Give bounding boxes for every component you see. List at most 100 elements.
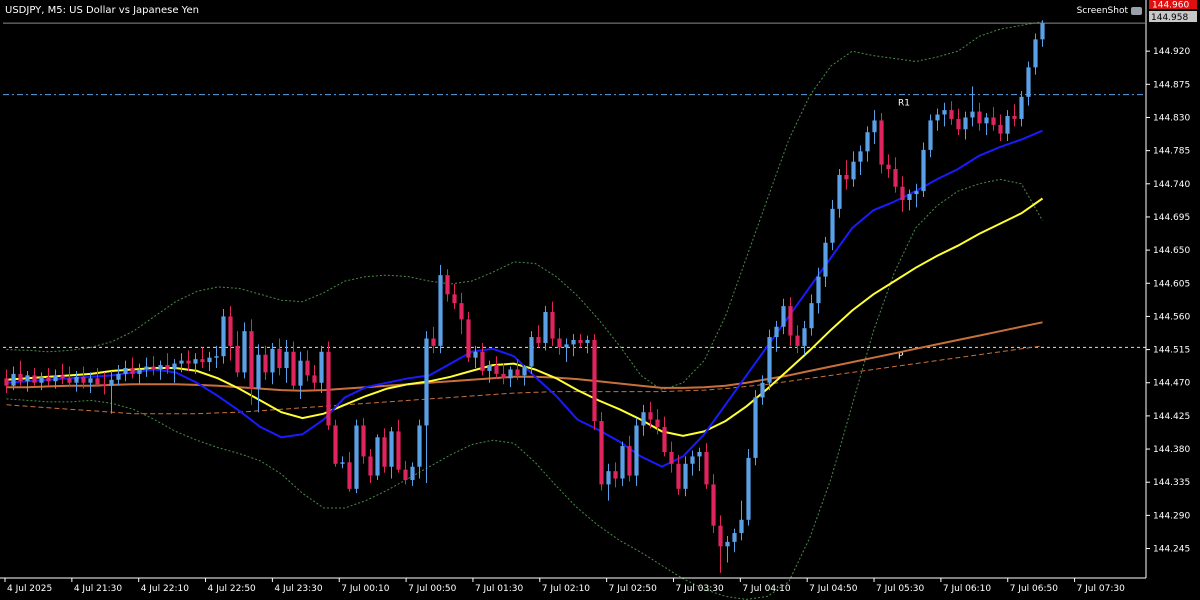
candle[interactable] — [326, 341, 331, 430]
candle-body — [508, 369, 513, 379]
candle-body — [375, 437, 380, 476]
candle-body — [368, 456, 373, 476]
candle-body — [592, 340, 597, 422]
candle-body — [613, 471, 618, 479]
candle-body — [410, 466, 415, 480]
candle-body — [683, 463, 688, 489]
chart-background — [0, 0, 1200, 600]
candle-body — [802, 328, 807, 346]
candle[interactable] — [592, 334, 597, 430]
candle-body — [564, 344, 569, 348]
candle-body — [347, 462, 352, 489]
candle-body — [921, 149, 926, 192]
ask-price-label: 144.960 — [1152, 1, 1189, 11]
candle-body — [550, 312, 555, 339]
candle-body — [739, 519, 744, 534]
candle-body — [858, 151, 863, 162]
candle-body — [242, 331, 247, 373]
candle-body — [158, 365, 163, 370]
candle-body — [935, 114, 940, 121]
candle-body — [186, 360, 191, 364]
bid-price-label: 144.958 — [1151, 13, 1188, 23]
candle-body — [179, 360, 184, 364]
candle-body — [67, 378, 72, 383]
candle[interactable] — [466, 312, 471, 363]
candle-body — [830, 208, 835, 243]
candle-body — [991, 117, 996, 125]
candle-body — [837, 174, 842, 209]
candle-body — [214, 356, 219, 358]
candle-body — [207, 357, 212, 363]
candle-body — [942, 110, 947, 115]
candle[interactable] — [354, 419, 359, 494]
candle-body — [662, 426, 667, 452]
candle-body — [851, 161, 856, 180]
x-tick-label: 7 Jul 05:30 — [876, 584, 925, 594]
y-tick-label: 144.875 — [1153, 80, 1190, 90]
y-tick-label: 144.785 — [1153, 147, 1190, 157]
candle-body — [816, 276, 821, 304]
candle-body — [893, 169, 898, 187]
candle-body — [424, 338, 429, 426]
screenshot-button[interactable]: ScreenShot — [1077, 6, 1142, 16]
candle-body — [123, 368, 128, 374]
candle-body — [697, 452, 702, 457]
candle-body — [984, 117, 989, 124]
candle-body — [872, 120, 877, 133]
candle-body — [319, 351, 324, 383]
candle-body — [396, 431, 401, 470]
candle-body — [627, 446, 632, 476]
candle-body — [599, 421, 604, 485]
candle-body — [809, 303, 814, 329]
x-tick-label: 4 Jul 21:30 — [74, 584, 123, 594]
candle[interactable] — [375, 434, 380, 480]
candle-body — [795, 335, 800, 346]
candle-body — [25, 375, 30, 382]
candle-body — [718, 525, 723, 547]
candle[interactable] — [921, 142, 926, 198]
candle-body — [326, 351, 331, 426]
candle-body — [725, 541, 730, 547]
candle-body — [88, 378, 93, 383]
x-tick-label: 7 Jul 00:10 — [341, 584, 390, 594]
candle-body — [221, 316, 226, 357]
candle-body — [774, 326, 779, 338]
candle-body — [543, 312, 548, 343]
candle-body — [74, 376, 79, 383]
candle-body — [389, 431, 394, 467]
candle[interactable] — [599, 412, 604, 491]
candle[interactable] — [767, 329, 772, 391]
candle-body — [767, 337, 772, 383]
candle[interactable] — [438, 264, 443, 354]
y-tick-label: 144.830 — [1153, 113, 1190, 123]
candle-body — [704, 452, 709, 485]
candle-body — [249, 331, 254, 389]
candle-body — [1033, 39, 1038, 68]
candle-body — [823, 242, 828, 277]
x-tick-label: 7 Jul 02:50 — [609, 584, 658, 594]
candle-body — [480, 351, 485, 371]
candle[interactable] — [221, 309, 226, 364]
candle-body — [606, 471, 611, 485]
candle-body — [228, 316, 233, 346]
candle-body — [417, 425, 422, 467]
y-tick-label: 144.650 — [1153, 246, 1190, 256]
candle-body — [263, 354, 268, 373]
candle-body — [1012, 116, 1017, 119]
candle-body — [11, 373, 16, 386]
y-tick-label: 144.425 — [1153, 412, 1190, 422]
candle[interactable] — [753, 390, 758, 466]
y-tick-label: 144.695 — [1153, 213, 1190, 223]
y-tick-label: 144.290 — [1153, 511, 1190, 521]
candle[interactable] — [879, 113, 884, 174]
x-tick-label: 7 Jul 00:50 — [408, 584, 457, 594]
candle-body — [235, 345, 240, 373]
candle-body — [690, 456, 695, 464]
candle[interactable] — [333, 419, 338, 467]
candle-body — [711, 484, 716, 526]
x-tick-label: 7 Jul 01:30 — [475, 584, 524, 594]
price-chart[interactable]: R1P 144.920144.875144.830144.785144.7401… — [0, 0, 1200, 600]
candle[interactable] — [746, 449, 751, 526]
y-tick-label: 144.335 — [1153, 478, 1190, 488]
x-tick-label: 4 Jul 22:50 — [208, 584, 257, 594]
